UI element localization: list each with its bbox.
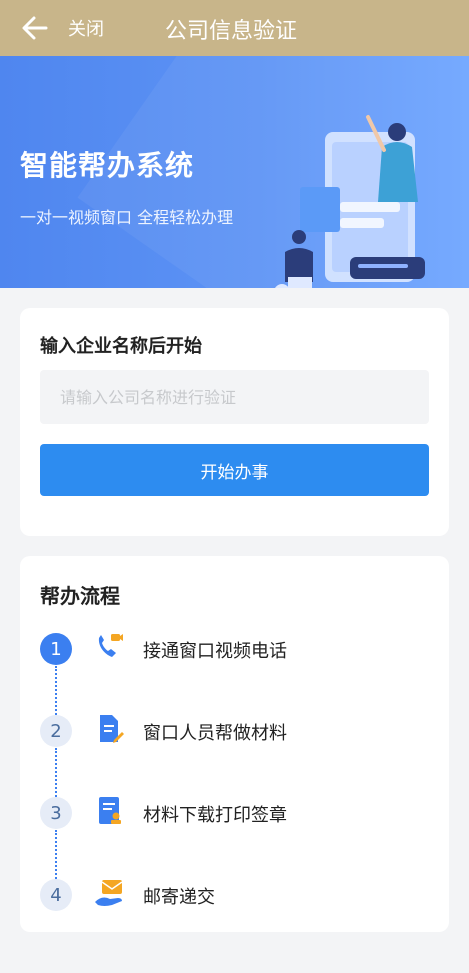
- top-bar: 关闭 公司信息验证: [0, 0, 469, 56]
- step-connector: [55, 748, 59, 800]
- step-connector: [55, 830, 59, 882]
- process-step: 4 邮寄递交: [20, 876, 449, 916]
- hero-banner: 智能帮办系统 一对一视频窗口 全程轻松办理: [0, 56, 469, 288]
- step-number: 2: [40, 715, 72, 747]
- arrow-left-icon[interactable]: [20, 14, 50, 42]
- banner-subtitle: 一对一视频窗口 全程轻松办理: [20, 208, 234, 227]
- process-card: 帮办流程 1 接通窗口视频电话 2 窗口人员帮做材料 3 材料下载打印签章 4 …: [20, 556, 449, 932]
- video-service-illustration: [275, 115, 425, 288]
- process-title: 帮办流程: [40, 584, 120, 608]
- process-step: 3 材料下载打印签章: [20, 794, 449, 834]
- step-label: 窗口人员帮做材料: [143, 723, 287, 744]
- banner-title: 智能帮办系统: [20, 149, 195, 182]
- step-number: 4: [40, 879, 72, 911]
- phone-video-icon: [92, 630, 126, 664]
- step-number: 1: [40, 633, 72, 665]
- step-number: 3: [40, 797, 72, 829]
- document-stamp-icon: [92, 794, 126, 828]
- page-title: 公司信息验证: [165, 19, 298, 44]
- company-name-input[interactable]: [40, 370, 429, 424]
- step-label: 邮寄递交: [143, 887, 215, 908]
- process-step: 2 窗口人员帮做材料: [20, 712, 449, 752]
- mail-hand-icon: [92, 876, 126, 910]
- company-verify-card: 输入企业名称后开始 开始办事: [20, 308, 449, 536]
- company-name-label: 输入企业名称后开始: [40, 336, 202, 357]
- start-button[interactable]: 开始办事: [40, 444, 429, 496]
- step-label: 材料下载打印签章: [143, 805, 287, 826]
- step-connector: [55, 666, 59, 718]
- close-button[interactable]: 关闭: [68, 15, 104, 41]
- step-label: 接通窗口视频电话: [143, 641, 287, 662]
- process-step: 1 接通窗口视频电话: [20, 630, 449, 670]
- document-edit-icon: [92, 712, 126, 746]
